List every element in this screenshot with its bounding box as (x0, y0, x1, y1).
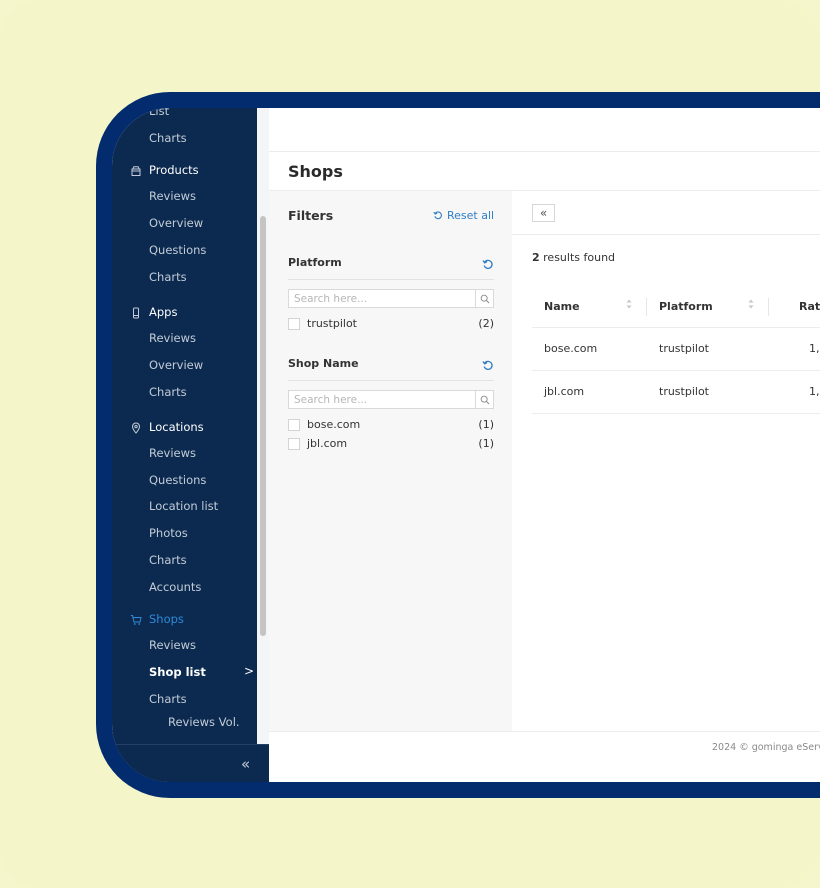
collapse-sidebar-button[interactable]: « (241, 755, 250, 773)
column-header-name[interactable]: Name (544, 300, 580, 313)
option-label: trustpilot (307, 317, 357, 330)
filter-group-title-platform: Platform (288, 256, 342, 269)
filter-group-title-shop-name: Shop Name (288, 357, 359, 370)
column-header-platform[interactable]: Platform (659, 300, 713, 313)
cell-platform: trustpilot (659, 342, 709, 355)
checkbox[interactable] (288, 419, 300, 431)
sidebar-item-questions[interactable]: Questions (149, 243, 206, 257)
checkbox[interactable] (288, 438, 300, 450)
sort-icon[interactable] (625, 297, 633, 311)
footer-copyright: 2024 © gominga eServices (712, 742, 820, 753)
sidebar-item-products[interactable]: Products (149, 163, 199, 177)
map-pin-icon (131, 422, 141, 434)
top-bar (269, 108, 820, 152)
shop-name-search-input[interactable] (289, 391, 475, 408)
footer: 2024 © gominga eServices (269, 731, 820, 782)
sidebar-item-shop-list[interactable]: Shop list (149, 665, 206, 679)
shop-name-option-bose[interactable]: bose.com (1) (288, 417, 494, 433)
reset-all-button[interactable]: Reset all (433, 209, 494, 222)
results-count: 2 results found (532, 251, 615, 264)
divider (288, 279, 494, 280)
phone-icon (133, 307, 139, 319)
cart-icon (130, 615, 142, 625)
cell-ratings: 1,8 (809, 342, 820, 355)
column-separator (646, 298, 647, 316)
sidebar-item-reviews[interactable]: Reviews (149, 331, 196, 345)
table-row[interactable]: bose.com trustpilot 1,8 (532, 328, 820, 371)
table-row[interactable]: jbl.com trustpilot 1,: (532, 371, 820, 414)
sidebar-item-charts[interactable]: Charts (149, 553, 187, 567)
sidebar-item-reviews[interactable]: Reviews (149, 446, 196, 460)
platform-search-input[interactable] (289, 290, 475, 307)
sidebar-item-reviews-vol[interactable]: Reviews Vol. (168, 715, 240, 729)
checkbox[interactable] (288, 318, 300, 330)
cell-name: bose.com (544, 342, 598, 355)
results-toolbar: « (512, 191, 820, 235)
platform-option-trustpilot[interactable]: trustpilot (2) (288, 316, 494, 332)
sidebar-item-charts[interactable]: Charts (149, 385, 187, 399)
sidebar-item-locations[interactable]: Locations (149, 420, 204, 434)
shop-name-option-jbl[interactable]: jbl.com (1) (288, 436, 494, 452)
sidebar-item-overview[interactable]: Overview (149, 358, 203, 372)
search-icon (480, 294, 489, 303)
sidebar-item-shops[interactable]: Shops (149, 612, 184, 626)
results-count-suffix: results found (539, 251, 616, 264)
shop-name-search-button[interactable] (475, 391, 493, 408)
sidebar-item-charts[interactable]: Charts (149, 270, 187, 284)
sidebar-item-charts[interactable]: Charts (149, 131, 187, 145)
filters-title: Filters (288, 208, 334, 223)
table-header: Name Platform Rati (532, 286, 820, 328)
sidebar-item-list[interactable]: List (149, 108, 169, 118)
sidebar: List Charts Products Reviews Overview Questio… (112, 108, 269, 782)
shop-name-search (288, 390, 494, 409)
cell-platform: trustpilot (659, 385, 709, 398)
sidebar-nav: List Charts Products Reviews Overview Questio… (112, 108, 257, 744)
sidebar-item-location-list[interactable]: Location list (149, 499, 218, 513)
platform-search-button[interactable] (475, 290, 493, 307)
box-icon (131, 166, 141, 176)
sidebar-item-reviews[interactable]: Reviews (149, 638, 196, 652)
sidebar-item-overview[interactable]: Overview (149, 216, 203, 230)
sidebar-scrollbar-thumb[interactable] (260, 216, 266, 636)
option-count: (2) (478, 317, 494, 330)
option-count: (1) (478, 437, 494, 450)
option-label: jbl.com (307, 437, 348, 450)
app-screen: List Charts Products Reviews Overview Questio… (112, 108, 820, 782)
sort-icon[interactable] (747, 297, 755, 311)
main-content: Shops Filters Reset all Platform Search … (269, 108, 820, 782)
sidebar-item-apps[interactable]: Apps (149, 305, 177, 319)
results-count-number: 2 (532, 251, 540, 264)
option-label: bose.com (307, 418, 361, 431)
results-panel: « 2 results found Name Platform Rati bos… (512, 191, 820, 731)
platform-search (288, 289, 494, 308)
page-title: Shops (288, 162, 343, 181)
page-header: Shops (269, 153, 820, 191)
sidebar-footer: « (112, 744, 269, 782)
reset-all-label: Reset all (447, 209, 495, 222)
sidebar-item-accounts[interactable]: Accounts (149, 580, 201, 594)
filters-panel: Filters Reset all Platform Search here..… (269, 191, 512, 731)
divider (288, 380, 494, 381)
reset-icon (433, 211, 442, 220)
column-separator (768, 298, 769, 316)
shop-name-reset-icon[interactable] (482, 359, 494, 371)
sidebar-item-reviews[interactable]: Reviews (149, 189, 196, 203)
search-icon (480, 395, 489, 404)
cell-ratings: 1,: (809, 385, 820, 398)
sidebar-item-questions[interactable]: Questions (149, 473, 206, 487)
chevron-right-icon: > (244, 664, 255, 678)
sidebar-item-photos[interactable]: Photos (149, 526, 188, 540)
platform-reset-icon[interactable] (482, 258, 494, 270)
option-count: (1) (478, 418, 494, 431)
sidebar-item-charts[interactable]: Charts (149, 692, 187, 706)
collapse-filters-button[interactable]: « (532, 204, 555, 222)
column-header-ratings[interactable]: Rati (799, 300, 820, 313)
cell-name: jbl.com (544, 385, 585, 398)
